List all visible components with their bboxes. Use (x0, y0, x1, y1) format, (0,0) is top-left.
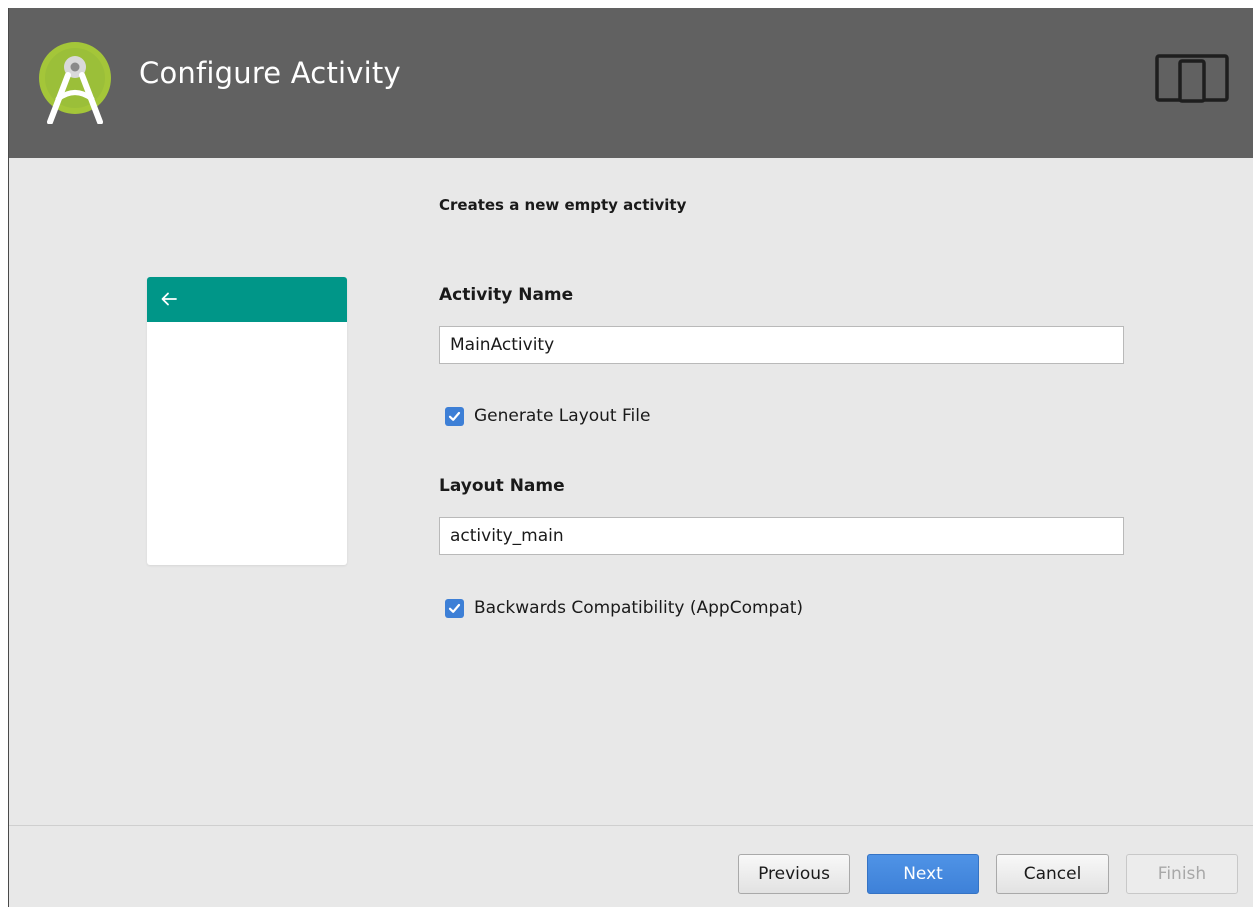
activity-preview (147, 277, 347, 565)
page-title: Configure Activity (139, 56, 401, 90)
backwards-compat-checkbox[interactable] (445, 598, 464, 618)
generate-layout-label: Generate Layout File (474, 406, 651, 426)
layout-name-input[interactable] (439, 517, 1124, 555)
cancel-button[interactable]: Cancel (996, 854, 1109, 894)
generate-layout-checkbox-row[interactable]: Generate Layout File (445, 406, 650, 426)
android-studio-logo-icon (39, 42, 111, 124)
next-button[interactable]: Next (867, 854, 979, 894)
footer-divider (9, 825, 1253, 826)
layout-name-label: Layout Name (439, 476, 565, 496)
generate-layout-checkbox[interactable] (445, 406, 464, 426)
template-description: Creates a new empty activity (439, 196, 687, 214)
arrow-back-icon (161, 292, 177, 306)
checkmark-icon (448, 603, 461, 613)
backwards-compat-checkbox-row[interactable]: Backwards Compatibility (AppCompat) (445, 598, 803, 618)
wizard-header: Configure Activity (9, 8, 1253, 158)
phone-and-tablet-icon (1155, 54, 1229, 103)
activity-name-input[interactable] (439, 326, 1124, 364)
checkmark-icon (448, 411, 461, 421)
activity-name-label: Activity Name (439, 285, 574, 305)
finish-button[interactable]: Finish (1126, 854, 1238, 894)
previous-button[interactable]: Previous (738, 854, 850, 894)
configure-activity-window: Configure Activity Creates a new empty a… (8, 8, 1253, 907)
backwards-compat-label: Backwards Compatibility (AppCompat) (474, 598, 804, 618)
preview-toolbar (147, 277, 347, 322)
